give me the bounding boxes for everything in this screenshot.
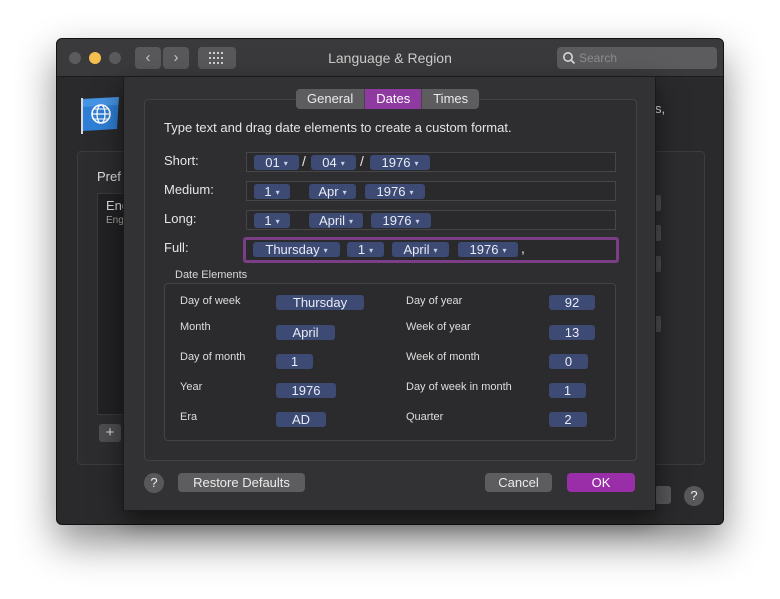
chevron-down-icon: ▾ <box>340 159 345 168</box>
element-label: Quarter <box>406 411 444 423</box>
background-preferred-label: Pref <box>97 169 121 184</box>
date-token-day[interactable]: 1 ▾ <box>254 213 290 228</box>
date-token-weekday[interactable]: Thursday ▾ <box>253 242 340 257</box>
help-button[interactable]: ? <box>144 473 164 493</box>
medium-format-field[interactable]: 1 ▾ Apr ▾ 1976 ▾ <box>246 181 616 201</box>
chevron-down-icon: ▾ <box>502 246 507 255</box>
date-element-week-of-year[interactable]: 13 <box>549 325 595 340</box>
date-element-week-of-month[interactable]: 0 <box>549 354 588 369</box>
date-token-day[interactable]: 1 ▾ <box>347 242 384 257</box>
date-element-month[interactable]: April <box>276 325 335 340</box>
date-token-day[interactable]: 1 ▾ <box>254 184 290 199</box>
date-element-weekday[interactable]: Thursday <box>276 295 364 310</box>
date-token-year[interactable]: 1976 ▾ <box>458 242 518 257</box>
date-elements-title: Date Elements <box>175 269 248 281</box>
instructions-text: Type text and drag date elements to crea… <box>164 120 512 135</box>
date-element-weekday-in-month[interactable]: 1 <box>549 383 586 398</box>
separator-text: / <box>302 153 306 169</box>
date-elements-box: Day of week Thursday Month April Day of … <box>164 283 616 441</box>
chevron-down-icon: ▾ <box>414 159 419 168</box>
date-token-month[interactable]: Apr ▾ <box>309 184 356 199</box>
globe-flag-icon <box>81 97 119 134</box>
tab-dates[interactable]: Dates <box>365 89 423 109</box>
chevron-down-icon: ▾ <box>369 246 374 255</box>
element-label: Month <box>180 321 211 333</box>
restore-defaults-button[interactable]: Restore Defaults <box>178 473 305 492</box>
element-label: Era <box>180 411 198 423</box>
date-element-era[interactable]: AD <box>276 412 326 427</box>
short-format-field[interactable]: 01 ▾ / 04 ▾ / 1976 ▾ <box>246 152 616 172</box>
element-label: Day of year <box>406 295 463 307</box>
search-input[interactable] <box>579 48 713 68</box>
chevron-down-icon: ▾ <box>323 246 328 255</box>
chevron-down-icon: ▾ <box>433 246 438 255</box>
chevron-down-icon: ▾ <box>415 217 420 226</box>
ok-button[interactable]: OK <box>567 473 635 492</box>
list-item-subtitle: Eng <box>106 215 124 226</box>
date-element-day[interactable]: 1 <box>276 354 313 369</box>
long-format-field[interactable]: 1 ▾ April ▾ 1976 ▾ <box>246 210 616 230</box>
cancel-button[interactable]: Cancel <box>485 473 552 492</box>
date-token-year[interactable]: 1976 ▾ <box>371 213 431 228</box>
background-help-button[interactable]: ? <box>684 486 704 506</box>
add-language-button[interactable]: + <box>99 424 121 442</box>
full-format-field[interactable]: Thursday ▾ 1 ▾ April ▾ 1976 ▾ , <box>243 237 619 263</box>
date-token-month[interactable]: 01 ▾ <box>254 155 299 170</box>
title-bar: ‹ › Language & Region <box>57 39 723 77</box>
chevron-down-icon: ▾ <box>409 188 414 197</box>
background-button[interactable] <box>655 486 671 504</box>
medium-format-label: Medium: <box>164 182 214 197</box>
short-format-label: Short: <box>164 153 199 168</box>
date-element-year[interactable]: 1976 <box>276 383 336 398</box>
separator-text: / <box>360 153 364 169</box>
tab-times[interactable]: Times <box>422 89 479 109</box>
chevron-down-icon: ▾ <box>342 188 347 197</box>
search-icon <box>563 52 576 65</box>
element-label: Week of year <box>406 321 471 333</box>
full-format-label: Full: <box>164 240 189 255</box>
element-label: Year <box>180 381 203 393</box>
date-token-day[interactable]: 04 ▾ <box>311 155 356 170</box>
search-field[interactable] <box>557 47 717 69</box>
custom-dates-sheet: General Dates Times Type text and drag d… <box>123 76 656 511</box>
date-element-quarter[interactable]: 2 <box>549 412 587 427</box>
element-label: Day of month <box>180 351 246 363</box>
element-label: Week of month <box>406 351 480 363</box>
long-format-label: Long: <box>164 211 197 226</box>
trailing-text: , <box>521 240 525 256</box>
chevron-down-icon: ▾ <box>349 217 354 226</box>
date-token-year[interactable]: 1976 ▾ <box>370 155 430 170</box>
tab-bar: General Dates Times <box>296 89 480 109</box>
tab-general[interactable]: General <box>296 89 366 109</box>
background-text: s, <box>655 101 666 116</box>
chevron-down-icon: ▾ <box>275 188 280 197</box>
element-label: Day of week in month <box>406 381 512 393</box>
date-token-month[interactable]: April ▾ <box>309 213 363 228</box>
chevron-down-icon: ▾ <box>275 217 280 226</box>
element-label: Day of week <box>180 295 241 307</box>
date-token-month[interactable]: April ▾ <box>392 242 449 257</box>
date-element-day-of-year[interactable]: 92 <box>549 295 595 310</box>
chevron-down-icon: ▾ <box>283 159 288 168</box>
date-token-year[interactable]: 1976 ▾ <box>365 184 425 199</box>
